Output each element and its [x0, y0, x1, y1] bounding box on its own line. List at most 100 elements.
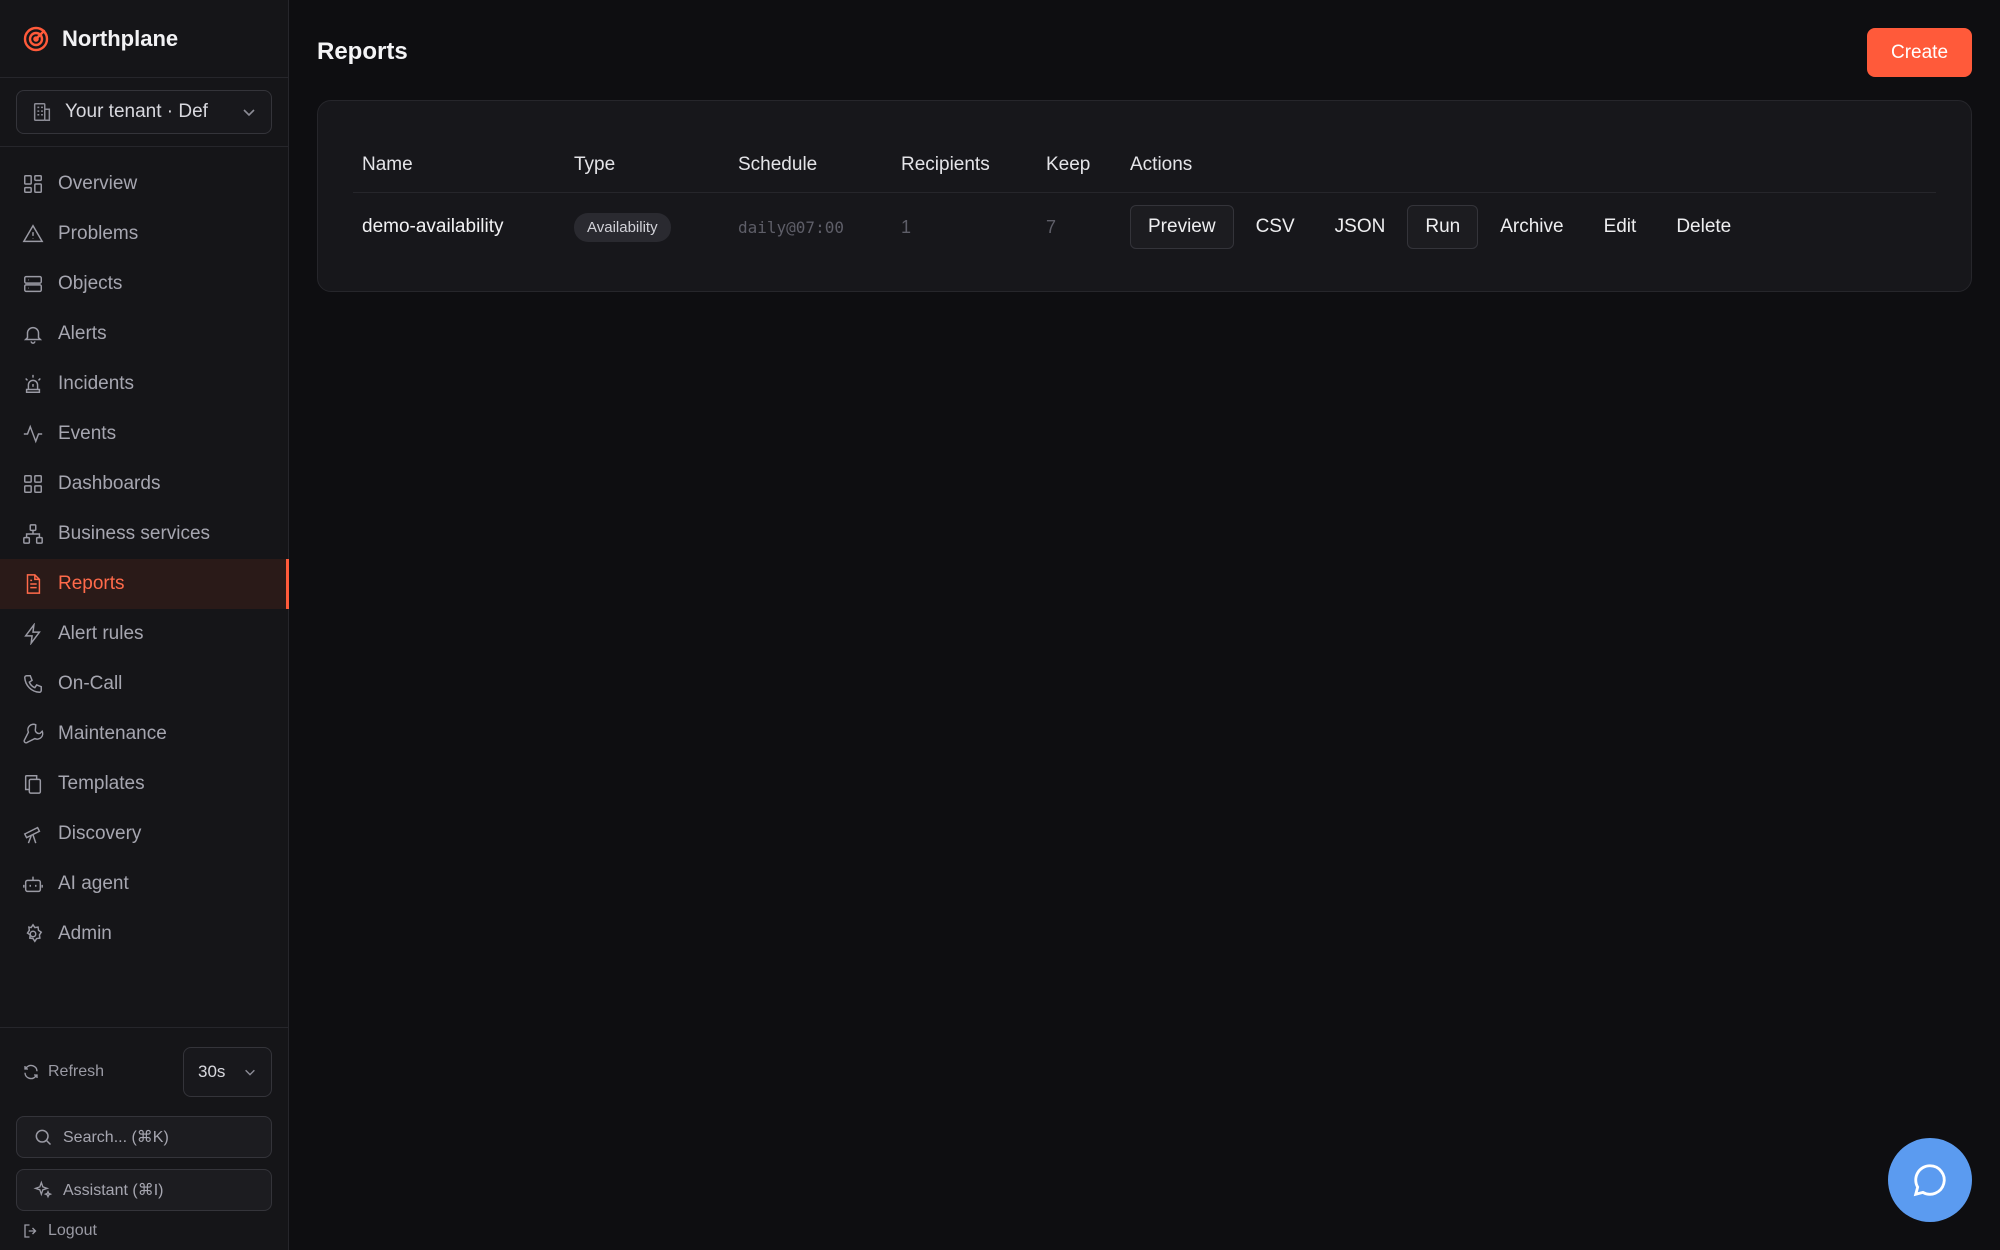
- sidebar-item-templates[interactable]: Templates: [0, 759, 288, 809]
- table-header: Name Type Schedule Recipients Keep Actio…: [353, 101, 1936, 193]
- sidebar-footer: Refresh 30s Search... (⌘K) Assistant (⌘I…: [0, 1027, 288, 1250]
- sidebar-item-label: Templates: [58, 773, 145, 794]
- gear-icon: [22, 923, 44, 945]
- refresh-interval-select[interactable]: 30s: [183, 1047, 272, 1097]
- sidebar-item-incidents[interactable]: Incidents: [0, 359, 288, 409]
- sidebar-item-label: Discovery: [58, 823, 142, 844]
- create-button[interactable]: Create: [1867, 28, 1972, 77]
- sidebar-item-events[interactable]: Events: [0, 409, 288, 459]
- search-label: Search... (⌘K): [63, 1129, 169, 1146]
- building-icon: [31, 101, 53, 123]
- sidebar-item-maintenance[interactable]: Maintenance: [0, 709, 288, 759]
- search-button[interactable]: Search... (⌘K): [16, 1116, 272, 1158]
- column-header-recipients[interactable]: Recipients: [901, 154, 1046, 176]
- search-icon: [33, 1127, 53, 1147]
- sidebar-item-alert-rules[interactable]: Alert rules: [0, 609, 288, 659]
- row-actions: Preview CSV JSON Run Archive Edit Delete: [1130, 205, 1936, 249]
- server-icon: [22, 273, 44, 295]
- sidebar-item-dashboards[interactable]: Dashboards: [0, 459, 288, 509]
- reports-table: Name Type Schedule Recipients Keep Actio…: [317, 100, 1972, 292]
- column-header-keep[interactable]: Keep: [1046, 154, 1130, 176]
- delete-button[interactable]: Delete: [1658, 205, 1749, 249]
- sidebar-item-discovery[interactable]: Discovery: [0, 809, 288, 859]
- sidebar-item-label: Reports: [58, 573, 125, 594]
- refresh-button[interactable]: Refresh: [16, 1063, 104, 1081]
- refresh-label: Refresh: [48, 1063, 105, 1080]
- tenant-selector[interactable]: Your tenant · Def: [16, 90, 272, 134]
- sidebar-nav: Overview Problems Objects Alerts Inciden…: [0, 147, 289, 959]
- sidebar-item-overview[interactable]: Overview: [0, 159, 288, 209]
- main-content: Reports Create Name Type Schedule Recipi…: [289, 0, 2000, 1250]
- sidebar-item-alerts[interactable]: Alerts: [0, 309, 288, 359]
- sidebar-item-objects[interactable]: Objects: [0, 259, 288, 309]
- table-row: demo-availability Availability daily@07:…: [353, 193, 1936, 261]
- siren-icon: [22, 373, 44, 395]
- sidebar-item-label: Events: [58, 423, 117, 444]
- json-button[interactable]: JSON: [1317, 205, 1404, 249]
- refresh-interval-value: 30s: [198, 1062, 226, 1081]
- telescope-icon: [22, 823, 44, 845]
- sidebar: Northplane Your tenant · Def Overview Pr…: [0, 0, 289, 1250]
- edit-button[interactable]: Edit: [1586, 205, 1655, 249]
- sidebar-item-label: Business services: [58, 523, 211, 544]
- report-recipients: 1: [901, 216, 912, 237]
- preview-button[interactable]: Preview: [1130, 205, 1234, 249]
- logout-label: Logout: [48, 1222, 97, 1239]
- app-name: Northplane: [62, 25, 179, 51]
- logout-button[interactable]: Logout: [16, 1222, 272, 1240]
- chat-button[interactable]: [1888, 1138, 1972, 1222]
- refresh-row: Refresh 30s: [16, 1028, 272, 1116]
- tenant-section: Your tenant · Def: [0, 78, 288, 147]
- bot-icon: [22, 873, 44, 895]
- report-name: demo-availability: [362, 216, 504, 237]
- sidebar-item-label: Alert rules: [58, 623, 144, 644]
- sparkles-icon: [33, 1180, 53, 1200]
- brand: Northplane: [0, 0, 288, 78]
- sidebar-item-label: Alerts: [58, 323, 107, 344]
- chat-bubble-icon: [1911, 1161, 1949, 1199]
- report-schedule: daily@07:00: [738, 217, 844, 237]
- sidebar-item-label: Incidents: [58, 373, 135, 394]
- sidebar-item-label: Overview: [58, 173, 138, 194]
- sidebar-item-label: Objects: [58, 273, 123, 294]
- chevron-down-icon: [243, 1065, 257, 1079]
- column-header-actions: Actions: [1130, 154, 1193, 175]
- sidebar-item-label: Dashboards: [58, 473, 161, 494]
- sidebar-item-label: Problems: [58, 223, 139, 244]
- warning-triangle-icon: [22, 223, 44, 245]
- grid-icon: [22, 473, 44, 495]
- refresh-icon: [22, 1063, 40, 1081]
- lightning-icon: [22, 623, 44, 645]
- assistant-button[interactable]: Assistant (⌘I): [16, 1169, 272, 1211]
- page-title: Reports: [317, 38, 408, 65]
- csv-button[interactable]: CSV: [1238, 205, 1313, 249]
- tenant-label: Your tenant · Def: [65, 101, 208, 122]
- assistant-label: Assistant (⌘I): [63, 1182, 164, 1199]
- column-header-schedule[interactable]: Schedule: [738, 154, 901, 176]
- column-header-name[interactable]: Name: [353, 154, 574, 176]
- sidebar-item-label: Maintenance: [58, 723, 167, 744]
- sidebar-item-problems[interactable]: Problems: [0, 209, 288, 259]
- chevron-down-icon: [241, 104, 257, 120]
- wrench-icon: [22, 723, 44, 745]
- sidebar-item-label: AI agent: [58, 873, 129, 894]
- sidebar-item-admin[interactable]: Admin: [0, 909, 288, 959]
- column-header-type[interactable]: Type: [574, 154, 738, 176]
- sidebar-item-label: Admin: [58, 923, 112, 944]
- copy-icon: [22, 773, 44, 795]
- sidebar-item-on-call[interactable]: On-Call: [0, 659, 288, 709]
- sidebar-item-business-services[interactable]: Business services: [0, 509, 288, 559]
- sidebar-item-reports[interactable]: Reports: [0, 559, 289, 609]
- run-button[interactable]: Run: [1407, 205, 1479, 249]
- logout-icon: [22, 1222, 40, 1240]
- activity-icon: [22, 423, 44, 445]
- sidebar-item-ai-agent[interactable]: AI agent: [0, 859, 288, 909]
- document-icon: [22, 573, 44, 595]
- network-icon: [22, 523, 44, 545]
- overview-icon: [22, 173, 44, 195]
- archive-button[interactable]: Archive: [1482, 205, 1581, 249]
- report-keep: 7: [1046, 216, 1057, 237]
- sidebar-item-label: On-Call: [58, 673, 123, 694]
- northplane-logo-icon: [22, 25, 50, 53]
- bell-icon: [22, 323, 44, 345]
